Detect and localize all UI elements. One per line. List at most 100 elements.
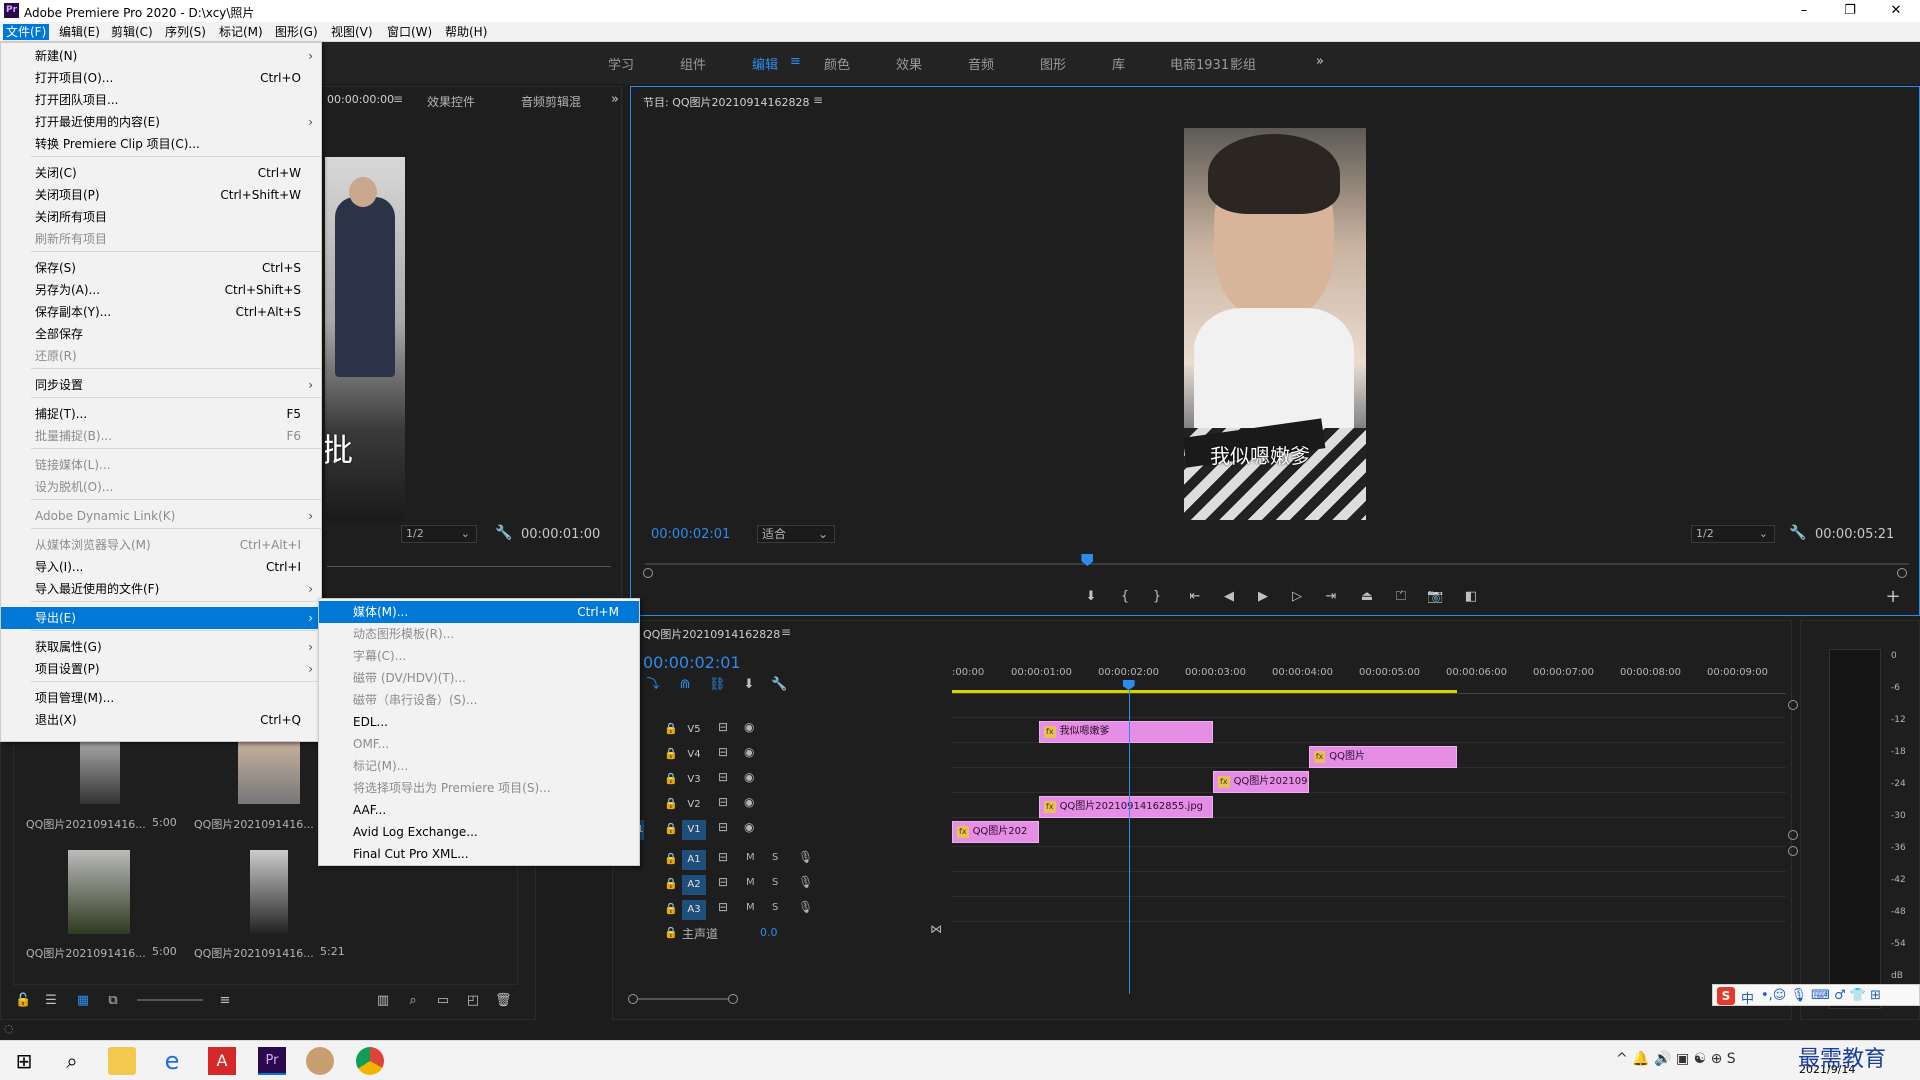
snap-icon[interactable]: ⋒ (677, 677, 693, 693)
file-menu-item[interactable]: 导入(I)... Ctrl+I (1, 556, 321, 578)
a1-mic-icon[interactable]: 🎙 (798, 850, 813, 864)
step-back-icon[interactable]: ◀ (1221, 589, 1237, 605)
a2-lock-icon[interactable]: 🔒 (664, 877, 678, 890)
export-submenu-item[interactable]: Final Cut Pro XML... (319, 843, 639, 865)
tab-audio-clip-mixer[interactable]: 音频剪辑混 (521, 93, 581, 110)
file-menu-item[interactable]: 获取属性(G) › (1, 636, 321, 658)
menu-graphics[interactable]: 图形(G) (272, 24, 321, 40)
hscroll-start-handle[interactable] (628, 994, 638, 1004)
button-editor-icon[interactable]: + (1885, 588, 1901, 606)
premiere-taskbar-icon[interactable]: Pr (258, 1047, 286, 1075)
export-submenu-item[interactable]: 媒体(M)... Ctrl+M (319, 601, 639, 623)
v2-eye-icon[interactable]: ◉ (744, 795, 754, 809)
freeform-view-icon[interactable]: ⧉ (105, 993, 121, 1009)
file-menu-item[interactable]: 设为脱机(O)... (1, 476, 321, 498)
ws-tab-audio[interactable]: 音频 (968, 54, 994, 73)
v4-lock-icon[interactable]: 🔒 (664, 747, 678, 760)
a2-mute-button[interactable]: M (746, 877, 755, 888)
export-submenu-item[interactable]: 磁带 (DV/HDV)(T)... (319, 667, 639, 689)
track-a1[interactable]: A1 (682, 850, 706, 870)
track-a2[interactable]: A2 (682, 875, 706, 895)
ruler-start-handle[interactable] (643, 568, 653, 578)
tray-icons[interactable]: ^ 🔔 🔊 ▣ ☯ ⊕ S (1616, 1051, 1736, 1067)
file-menu-item[interactable]: 新建(N) › (1, 45, 321, 67)
menu-help[interactable]: 帮助(H) (442, 24, 490, 40)
close-button[interactable]: ✕ (1876, 2, 1916, 20)
file-menu-item[interactable]: 全部保存 (1, 323, 321, 345)
file-menu-item[interactable]: 导出(E) › (1, 607, 321, 629)
file-explorer-icon[interactable] (108, 1047, 136, 1075)
app-icon[interactable] (306, 1047, 334, 1075)
ws-more-icon[interactable]: » (1316, 54, 1324, 69)
vscroll-mid-handle[interactable] (1788, 830, 1798, 840)
mark-out-icon[interactable]: } (1149, 589, 1165, 605)
file-menu-item[interactable]: 关闭项目(P) Ctrl+Shift+W (1, 184, 321, 206)
v3-toggle-output-icon[interactable]: ⊟ (718, 770, 728, 784)
ws-tab-custom2[interactable]: 影组 (1230, 54, 1256, 73)
menu-clip[interactable]: 剪辑(C) (108, 24, 156, 40)
file-menu-item[interactable]: 关闭(C) Ctrl+W (1, 162, 321, 184)
file-menu-item[interactable]: 保存副本(Y)... Ctrl+Alt+S (1, 301, 321, 323)
file-menu-item[interactable]: 导入最近使用的文件(F) › (1, 578, 321, 600)
v4-eye-icon[interactable]: ◉ (744, 745, 754, 759)
track-v5[interactable]: V5 (682, 720, 706, 740)
master-lock-icon[interactable]: 🔒 (664, 926, 678, 939)
ws-tab-custom1[interactable]: 电商1931 (1170, 54, 1229, 73)
file-menu-item[interactable]: 退出(X) Ctrl+Q (1, 709, 321, 731)
source-resolution-select[interactable]: 1/2 ⌄ (401, 525, 477, 543)
project-item-name-2[interactable]: QQ图片2021091416... (194, 816, 314, 832)
file-menu-item[interactable]: 同步设置 › (1, 374, 321, 396)
sort-icon[interactable]: ≡ (217, 993, 233, 1009)
program-timecode[interactable]: 00:00:02:01 (651, 527, 730, 542)
program-ruler[interactable] (645, 563, 1909, 565)
go-to-in-icon[interactable]: ⇤ (1187, 589, 1203, 605)
file-menu-item[interactable]: Adobe Dynamic Link(K) › (1, 505, 321, 527)
play-icon[interactable]: ▶ (1255, 589, 1271, 605)
hscroll-bar[interactable] (638, 998, 728, 1000)
clip-v4[interactable]: fxQQ图片20210914162909.j (1308, 746, 1457, 768)
file-menu-item[interactable]: 刷新所有项目 (1, 228, 321, 250)
timeline-marker-icon[interactable]: ⬇ (741, 677, 757, 693)
file-menu-item[interactable]: 转换 Premiere Clip 项目(C)... (1, 133, 321, 155)
icon-view-icon[interactable]: ▦ (75, 993, 91, 1009)
menu-marker[interactable]: 标记(M) (216, 24, 266, 40)
go-to-out-icon[interactable]: ⇥ (1323, 589, 1339, 605)
program-wrench-icon[interactable]: 🔧 (1789, 525, 1806, 541)
track-v2[interactable]: V2 (682, 795, 706, 815)
menu-view[interactable]: 视图(V) (328, 24, 376, 40)
v1-lock-icon[interactable]: 🔒 (664, 822, 678, 835)
ruler-end-handle[interactable] (1897, 568, 1907, 578)
a2-mic-icon[interactable]: 🎙 (798, 875, 813, 889)
file-menu-item[interactable]: 保存(S) Ctrl+S (1, 257, 321, 279)
export-submenu-item[interactable]: 字幕(C)... (319, 645, 639, 667)
wrench-icon[interactable]: 🔧 (495, 525, 512, 541)
list-view-icon[interactable]: ☰ (43, 993, 59, 1009)
ws-tab-editing[interactable]: 编辑 (752, 54, 778, 73)
file-menu-item[interactable]: 打开团队项目... (1, 89, 321, 111)
ws-tab-effects[interactable]: 效果 (896, 54, 922, 73)
menu-window[interactable]: 窗口(W) (384, 24, 435, 40)
extract-icon[interactable]: ⏍ (1393, 589, 1409, 605)
ws-tab-learn[interactable]: 学习 (608, 54, 634, 73)
file-menu-item[interactable]: 打开最近使用的内容(E) › (1, 111, 321, 133)
file-menu-item[interactable]: 从媒体浏览器导入(M) Ctrl+Alt+I (1, 534, 321, 556)
step-forward-icon[interactable]: ▷ (1289, 589, 1305, 605)
trash-icon[interactable]: 🗑 (495, 993, 512, 1009)
file-menu-item[interactable]: 另存为(A)... Ctrl+Shift+S (1, 279, 321, 301)
a3-mute-button[interactable]: M (746, 902, 755, 913)
file-menu-item[interactable]: 批量捕捉(B)... F6 (1, 425, 321, 447)
export-submenu-item[interactable]: EDL... (319, 711, 639, 733)
add-marker-icon[interactable]: ⬇ (1083, 589, 1099, 605)
v3-eye-icon[interactable]: ◉ (744, 770, 754, 784)
program-menu-icon[interactable]: ≡ (813, 93, 823, 107)
ws-tab-libraries[interactable]: 库 (1112, 54, 1125, 73)
file-menu-item[interactable]: 项目设置(P) › (1, 658, 321, 680)
a2-solo-button[interactable]: S (772, 877, 778, 888)
source-ruler[interactable] (327, 557, 611, 567)
clip-v2[interactable]: fx QQ图片20210914162855.jpg (1039, 796, 1213, 818)
export-submenu-item[interactable]: 将选择项导出为 Premiere 项目(S)... (319, 777, 639, 799)
file-menu-item[interactable]: 打开项目(O)... Ctrl+O (1, 67, 321, 89)
edge-icon[interactable]: e (158, 1047, 186, 1075)
vscroll-top-handle[interactable] (1788, 700, 1798, 710)
file-menu-item[interactable]: 关闭所有项目 (1, 206, 321, 228)
